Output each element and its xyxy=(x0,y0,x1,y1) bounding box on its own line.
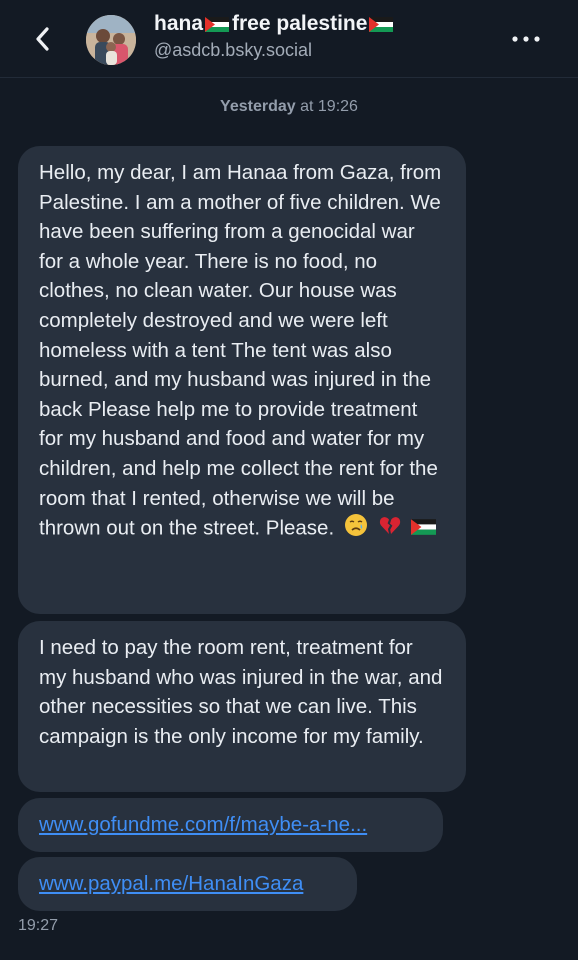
message-bubble[interactable]: www.gofundme.com/f/maybe-a-ne... xyxy=(18,798,443,852)
avatar[interactable] xyxy=(86,15,136,65)
message-bubble[interactable]: I need to pay the room rent, treatment f… xyxy=(18,621,466,792)
message-text: I need to pay the room rent, treatment f… xyxy=(39,636,443,748)
crying-face-icon xyxy=(344,513,368,546)
date-separator: Yesterday at 19:26 xyxy=(0,98,578,116)
message-timestamp: 19:27 xyxy=(18,917,59,934)
more-options-button[interactable] xyxy=(510,28,542,50)
ellipsis-horizontal-icon xyxy=(512,36,540,42)
palestine-flag-icon xyxy=(369,16,394,32)
avatar-photo xyxy=(86,15,136,65)
back-button[interactable] xyxy=(26,22,60,56)
display-name-part1: hana xyxy=(154,12,204,35)
conversation-header: hana free palestine @asdcb.bsky.social xyxy=(0,0,578,78)
dm-conversation-screen: hana free palestine @asdcb.bsky.social Y… xyxy=(0,0,578,960)
message-text: Hello, my dear, I am Hanaa from Gaza, fr… xyxy=(39,161,442,540)
palestine-flag-icon xyxy=(205,16,230,32)
display-name: hana free palestine xyxy=(154,12,396,36)
display-name-part2: free palestine xyxy=(232,12,368,35)
user-handle[interactable]: @asdcb.bsky.social xyxy=(154,40,312,61)
palestine-flag-icon xyxy=(411,515,437,545)
date-separator-day: Yesterday xyxy=(220,98,296,115)
gofundme-link[interactable]: www.gofundme.com/f/maybe-a-ne... xyxy=(39,813,367,836)
message-bubble[interactable]: Hello, my dear, I am Hanaa from Gaza, fr… xyxy=(18,146,466,614)
broken-heart-icon xyxy=(378,513,402,546)
message-bubble[interactable]: www.paypal.me/HanaInGaza xyxy=(18,857,357,911)
paypal-link[interactable]: www.paypal.me/HanaInGaza xyxy=(39,872,303,895)
date-separator-time: at 19:26 xyxy=(300,98,358,115)
chevron-left-icon xyxy=(36,27,49,51)
